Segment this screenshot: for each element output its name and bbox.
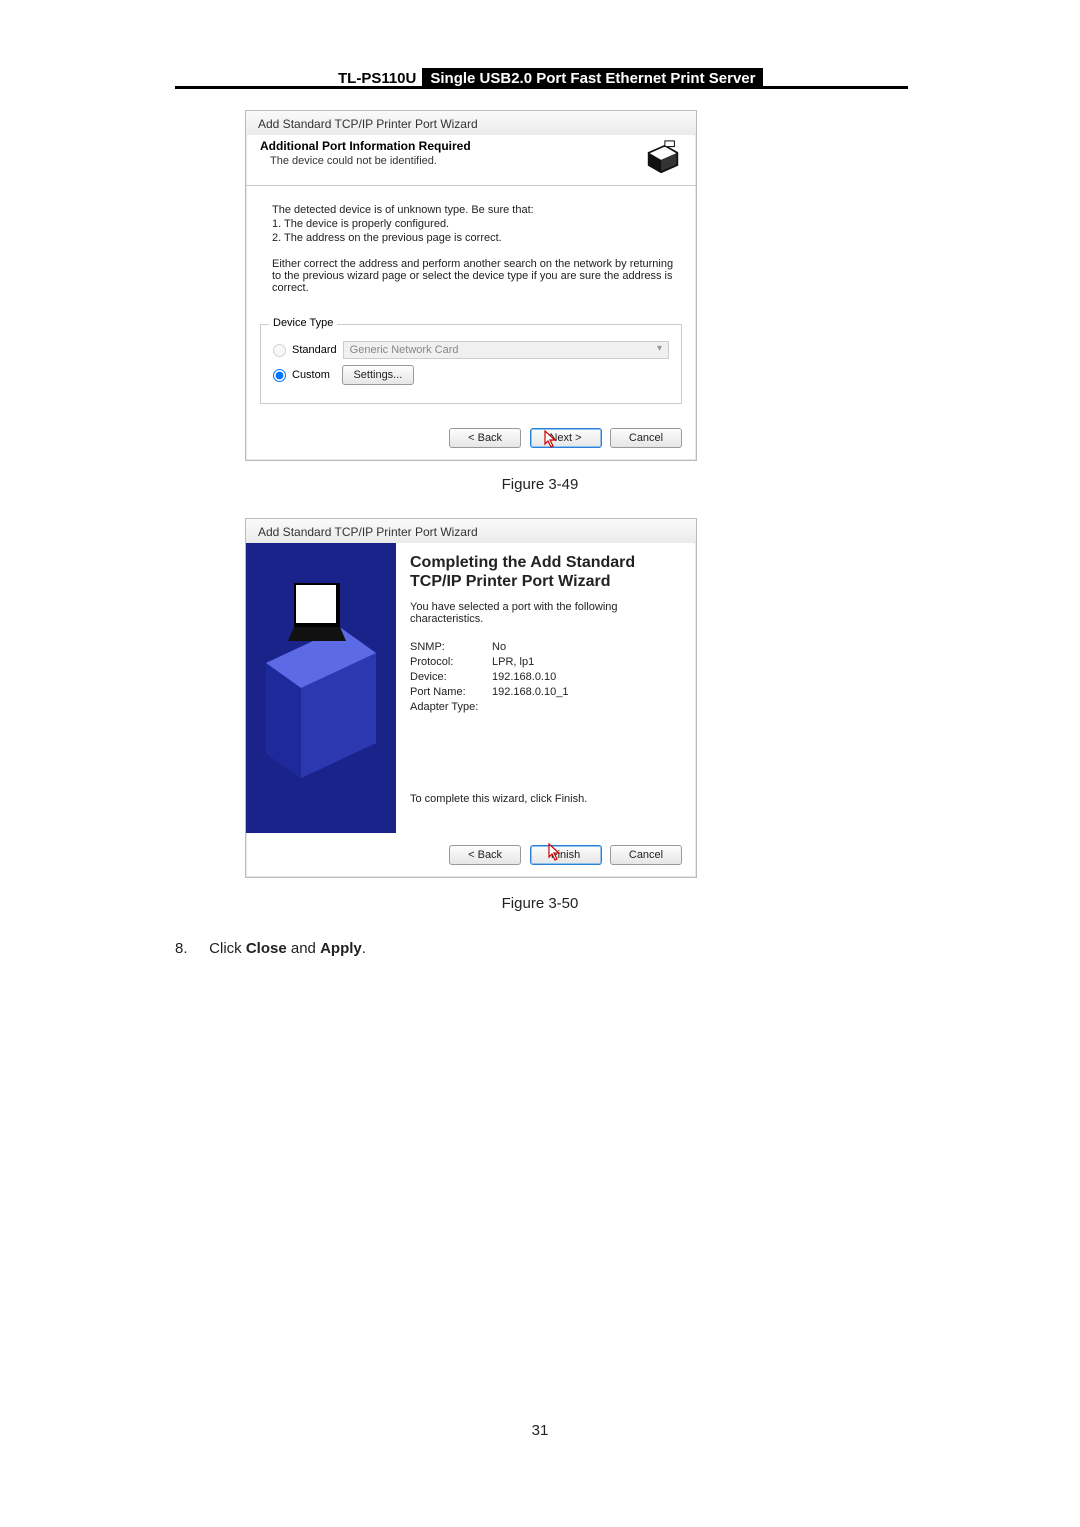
kv-row: Protocol:LPR, lp1 [410, 656, 682, 668]
dialog-button-row: < Back Finish Cancel [246, 833, 696, 877]
radio-standard[interactable] [273, 344, 286, 357]
back-button[interactable]: < Back [449, 428, 521, 448]
dialog-title: Add Standard TCP/IP Printer Port Wizard [246, 519, 696, 543]
body-line: The detected device is of unknown type. … [272, 204, 678, 216]
kv-row: Port Name:192.168.0.10_1 [410, 686, 682, 698]
wizard-complete-title: Completing the Add Standard TCP/IP Print… [410, 553, 682, 591]
dialog-body: The detected device is of unknown type. … [246, 186, 696, 304]
device-type-group: Device Type Standard Generic Network Car… [260, 324, 682, 404]
radio-custom-label: Custom [292, 369, 330, 381]
figure-label: Figure 3-49 [0, 476, 1080, 493]
cursor-icon [544, 430, 558, 448]
body-line: 1. The device is properly configured. [272, 218, 678, 230]
page-number: 31 [0, 1422, 1080, 1439]
device-dropdown[interactable]: Generic Network Card [343, 341, 669, 359]
dialog-heading: Additional Port Information Required [260, 139, 644, 153]
figure-label: Figure 3-50 [0, 895, 1080, 912]
finish-button[interactable]: Finish [530, 845, 602, 865]
dialog-header: Additional Port Information Required The… [246, 135, 696, 186]
wizard-finish-text: To complete this wizard, click Finish. [410, 793, 682, 805]
wizard-sidebar-image [246, 543, 396, 833]
model-label: TL-PS110U [338, 70, 422, 87]
kv-row: Device:192.168.0.10 [410, 671, 682, 683]
radio-standard-label: Standard [292, 344, 337, 356]
dialog-subheading: The device could not be identified. [260, 153, 644, 167]
radio-custom[interactable] [273, 369, 286, 382]
wizard-dialog-complete: Add Standard TCP/IP Printer Port Wizard … [245, 518, 697, 878]
body-line: 2. The address on the previous page is c… [272, 232, 678, 244]
dialog-button-row: < Back Next > Cancel [246, 416, 696, 460]
wizard-dialog-port-info: Add Standard TCP/IP Printer Port Wizard … [245, 110, 697, 461]
instruction-step: 8. Click Close and Apply. [175, 940, 366, 957]
printer-icon [644, 139, 682, 177]
cursor-icon [548, 843, 562, 861]
group-title: Device Type [269, 317, 337, 329]
cancel-button[interactable]: Cancel [610, 428, 682, 448]
back-button[interactable]: < Back [449, 845, 521, 865]
next-button[interactable]: Next > [530, 428, 602, 448]
kv-row: SNMP:No [410, 641, 682, 653]
header-rule [175, 86, 908, 89]
dialog-title: Add Standard TCP/IP Printer Port Wizard [246, 111, 696, 135]
cancel-button[interactable]: Cancel [610, 845, 682, 865]
settings-button[interactable]: Settings... [342, 365, 414, 385]
kv-row: Adapter Type: [410, 701, 682, 713]
wizard-complete-desc: You have selected a port with the follow… [410, 601, 682, 625]
body-para: Either correct the address and perform a… [272, 258, 678, 294]
step-number: 8. [175, 940, 205, 957]
